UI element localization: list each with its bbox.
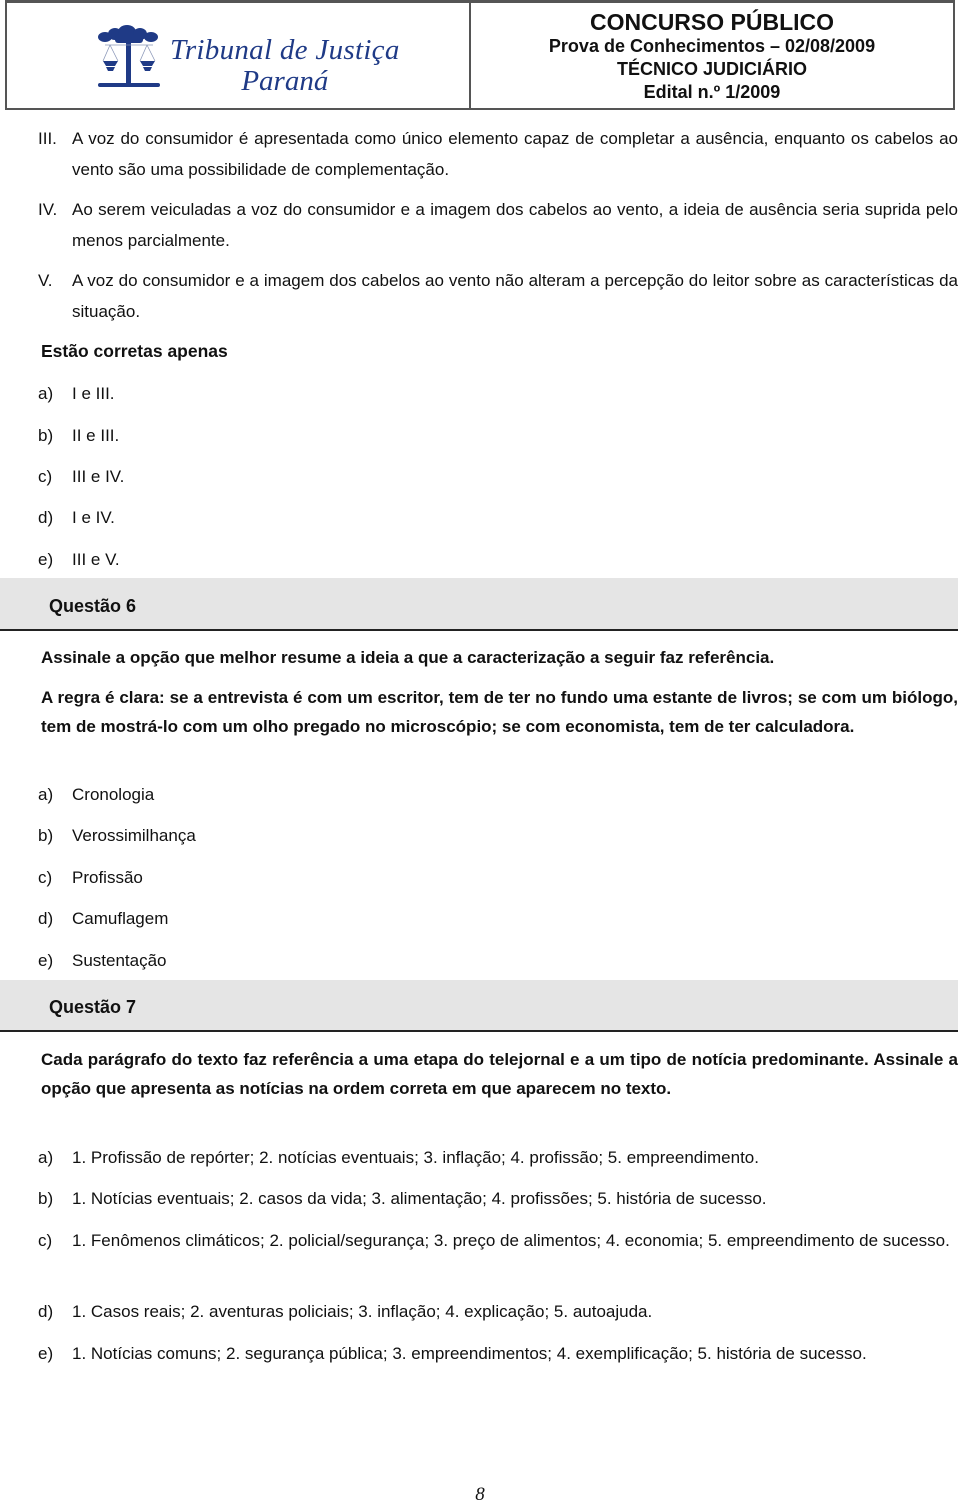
option-text: Verossimilhança bbox=[72, 826, 196, 845]
option-letter: d) bbox=[38, 909, 54, 928]
option-letter: b) bbox=[38, 1189, 54, 1208]
option-text: III e V. bbox=[72, 550, 120, 569]
option-letter: a) bbox=[38, 384, 54, 403]
option-text: Camuflagem bbox=[72, 909, 169, 928]
statement-text: A voz do consumidor e a imagem dos cabel… bbox=[72, 271, 958, 321]
option-text: II e III. bbox=[72, 426, 120, 445]
q6-instruction: Assinale a opção que melhor resume a ide… bbox=[41, 648, 775, 667]
option-text: 1. Fenômenos climáticos; 2. policial/seg… bbox=[72, 1231, 950, 1250]
exam-edital: Edital n.º 1/2009 bbox=[643, 82, 781, 102]
exam-info-panel: CONCURSO PÚBLICO Prova de Conhecimentos … bbox=[471, 3, 953, 108]
exam-date: Prova de Conhecimentos – 02/08/2009 bbox=[548, 36, 876, 56]
logo-panel: Tribunal de Justiça Paraná bbox=[7, 3, 471, 108]
option-letter: c) bbox=[38, 1231, 53, 1250]
option-text: Sustentação bbox=[72, 951, 167, 970]
court-logo-text: Tribunal de Justiça Paraná bbox=[170, 36, 400, 96]
option-letter: c) bbox=[38, 868, 53, 887]
option-letter: d) bbox=[38, 508, 54, 527]
scales-of-justice-tree-icon bbox=[98, 25, 160, 87]
q5-option-b[interactable]: b) II e III. bbox=[38, 426, 119, 446]
q6-option-d[interactable]: d) Camuflagem bbox=[38, 909, 168, 929]
court-state: Paraná bbox=[241, 65, 329, 97]
q7-option-d[interactable]: d) 1. Casos reais; 2. aventuras policiai… bbox=[38, 1297, 958, 1327]
q6-quote: A regra é clara: se a entrevista é com u… bbox=[41, 688, 958, 736]
statement-number: V. bbox=[38, 271, 53, 290]
option-letter: e) bbox=[38, 951, 54, 970]
q5-option-c[interactable]: c) III e IV. bbox=[38, 467, 124, 487]
page-number: 8 bbox=[475, 1484, 485, 1505]
option-text: Cronologia bbox=[72, 785, 155, 804]
option-text: 1. Notícias eventuais; 2. casos da vida;… bbox=[72, 1189, 767, 1208]
q6-option-a[interactable]: a) Cronologia bbox=[38, 785, 154, 805]
question-6-title: Questão 6 bbox=[49, 596, 137, 616]
exam-role: TÉCNICO JUDICIÁRIO bbox=[616, 59, 807, 79]
option-letter: a) bbox=[38, 1148, 54, 1167]
court-name: Tribunal de Justiça bbox=[170, 34, 400, 66]
option-text: III e IV. bbox=[72, 467, 125, 486]
statement-number: IV. bbox=[38, 200, 58, 219]
option-letter: d) bbox=[38, 1302, 54, 1321]
statement-iv: IV. Ao serem veiculadas a voz do consumi… bbox=[38, 195, 958, 256]
exam-title: CONCURSO PÚBLICO bbox=[589, 9, 835, 35]
option-letter: a) bbox=[38, 785, 54, 804]
q6-option-b[interactable]: b) Verossimilhança bbox=[38, 826, 196, 846]
q7-instruction: Cada parágrafo do texto faz referência a… bbox=[41, 1050, 958, 1098]
q7-option-b[interactable]: b) 1. Notícias eventuais; 2. casos da vi… bbox=[38, 1184, 958, 1214]
option-letter: b) bbox=[38, 826, 54, 845]
option-text: 1. Notícias comuns; 2. segurança pública… bbox=[72, 1344, 867, 1363]
option-letter: e) bbox=[38, 550, 54, 569]
q7-option-a[interactable]: a) 1. Profissão de repórter; 2. notícias… bbox=[38, 1143, 958, 1173]
statement-number: III. bbox=[38, 129, 57, 148]
option-text: I e IV. bbox=[72, 508, 115, 527]
statement-text: Ao serem veiculadas a voz do consumidor … bbox=[72, 200, 958, 250]
option-letter: e) bbox=[38, 1344, 54, 1363]
q6-option-e[interactable]: e) Sustentação bbox=[38, 951, 167, 971]
q5-option-e[interactable]: e) III e V. bbox=[38, 550, 120, 570]
statement-text: A voz do consumidor é apresentada como ú… bbox=[72, 129, 958, 179]
question-7-title: Questão 7 bbox=[49, 997, 137, 1017]
option-text: I e III. bbox=[72, 384, 115, 403]
q5-prompt: Estão corretas apenas bbox=[41, 341, 228, 361]
q5-option-a[interactable]: a) I e III. bbox=[38, 384, 115, 404]
statement-iii: III. A voz do consumidor é apresentada c… bbox=[38, 124, 958, 185]
option-text: 1. Profissão de repórter; 2. notícias ev… bbox=[72, 1148, 759, 1167]
option-letter: b) bbox=[38, 426, 54, 445]
statement-v: V. A voz do consumidor e a imagem dos ca… bbox=[38, 266, 958, 327]
q5-option-d[interactable]: d) I e IV. bbox=[38, 508, 115, 528]
q7-option-e[interactable]: e) 1. Notícias comuns; 2. segurança públ… bbox=[38, 1339, 958, 1369]
q7-option-c[interactable]: c) 1. Fenômenos climáticos; 2. policial/… bbox=[38, 1226, 958, 1256]
question-7-header: Questão 7 bbox=[0, 980, 958, 1032]
option-text: Profissão bbox=[72, 868, 143, 887]
page-header: Tribunal de Justiça Paraná CONCURSO PÚBL… bbox=[5, 0, 955, 110]
question-6-header: Questão 6 bbox=[0, 578, 958, 631]
q6-option-c[interactable]: c) Profissão bbox=[38, 868, 143, 888]
option-letter: c) bbox=[38, 467, 53, 486]
option-text: 1. Casos reais; 2. aventuras policiais; … bbox=[72, 1302, 653, 1321]
